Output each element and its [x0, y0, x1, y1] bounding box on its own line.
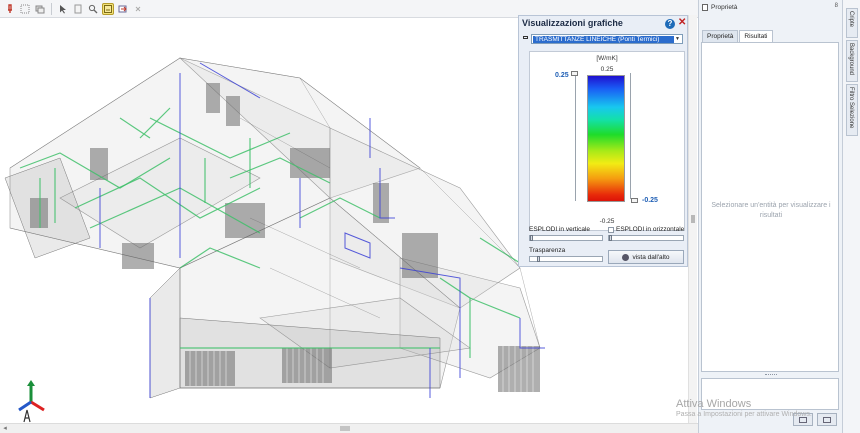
chevron-down-icon[interactable]: ▼ [674, 36, 681, 43]
side-tab-strip: Cripte Background Filtro Selezione [842, 0, 860, 433]
properties-title: Proprietà [711, 4, 738, 11]
tab-properties[interactable]: Proprietà [702, 30, 739, 42]
side-tab-cripte[interactable]: Cripte [846, 8, 858, 38]
close-small-icon[interactable] [132, 3, 144, 15]
max-slider-track [575, 75, 576, 201]
toolbar-separator [51, 2, 52, 15]
cursor-icon[interactable] [57, 3, 69, 15]
collapse-icon [823, 417, 831, 423]
layers-icon[interactable] [34, 3, 46, 15]
explode-horizontal-checkbox[interactable] [608, 227, 614, 233]
slider-knob[interactable] [537, 256, 540, 262]
legend-color-bar [587, 75, 625, 202]
min-handle-value: -0.25 [642, 197, 658, 204]
panel-vertical-scrollbar[interactable] [688, 15, 697, 423]
min-range-handle[interactable] [631, 198, 638, 203]
properties-tabs: Proprietà Risultati [702, 30, 774, 42]
max-range-handle[interactable] [571, 71, 578, 76]
max-handle-value: 0.25 [555, 72, 569, 79]
render-icon[interactable] [102, 2, 114, 15]
legend-unit: [W/mK] [596, 55, 618, 62]
legend-bottom-value: -0.25 [599, 218, 615, 225]
legend-top-value: 0.25 [600, 66, 614, 73]
horizontal-scrollbar[interactable]: ◂ [0, 423, 698, 433]
eye-icon [622, 253, 630, 261]
side-tab-filtro-selezione[interactable]: Filtro Selezione [846, 84, 858, 136]
color-legend: [W/mK] 0.25 0.25 -0.25 -0.25 [529, 51, 685, 231]
scrollbar-thumb[interactable] [691, 215, 695, 223]
top-view-label: vista dall'alto [632, 253, 670, 261]
graphic-views-panel: Visualizzazioni grafiche ? ✕ TRASMITTANZ… [518, 15, 688, 267]
properties-pane: Proprietà 8 Proprietà Risultati Selezion… [698, 0, 842, 433]
pane-splitter[interactable] [765, 374, 777, 377]
view-type-value: TRASMITTANZE LINEICHE (Ponti Termici) [533, 36, 674, 43]
empty-selection-message: Selezionare un'entità per visualizzare i… [711, 202, 831, 219]
export-icon[interactable] [117, 3, 129, 15]
explode-vertical-slider[interactable] [529, 235, 603, 241]
zoom-icon[interactable] [87, 3, 99, 15]
view-type-select[interactable]: TRASMITTANZE LINEICHE (Ponti Termici) ▼ [531, 34, 683, 44]
explode-vertical-label: ESPLODI in verticale [529, 226, 591, 233]
collapse-button[interactable] [817, 413, 837, 426]
transparency-slider[interactable] [529, 256, 603, 262]
scrollbar-thumb[interactable] [340, 426, 350, 431]
side-tab-background[interactable]: Background [846, 40, 858, 82]
scroll-left-icon[interactable]: ◂ [0, 424, 10, 433]
pin-icon[interactable] [4, 3, 16, 15]
tab-results[interactable]: Risultati [739, 30, 773, 42]
pin-icon[interactable]: 8 [835, 3, 838, 9]
panel-title: Visualizzazioni grafiche [522, 18, 623, 28]
slider-knob[interactable] [609, 235, 612, 241]
axis-gizmo-icon [18, 380, 45, 423]
pin-panel-icon[interactable] [523, 36, 528, 39]
help-icon[interactable]: ? [665, 19, 675, 29]
properties-header: Proprietà 8 [699, 2, 842, 14]
grid-icon[interactable] [19, 3, 31, 15]
results-panel: Selezionare un'entità per visualizzare i… [701, 42, 839, 372]
slider-knob[interactable] [530, 235, 533, 241]
min-slider-track [630, 73, 631, 199]
page-icon[interactable] [72, 3, 84, 15]
activation-watermark: Attiva Windows [676, 398, 752, 410]
explode-horizontal-slider[interactable] [608, 235, 684, 241]
top-view-button[interactable]: vista dall'alto [608, 250, 684, 264]
activation-watermark-sub: Passa a Impostazioni per attivare Window… [676, 411, 812, 418]
transparency-label: Trasparenza [529, 247, 566, 254]
document-icon [702, 4, 708, 11]
explode-horizontal-label: ESPLODI in orizzontale [616, 226, 685, 233]
close-icon[interactable]: ✕ [678, 17, 686, 28]
